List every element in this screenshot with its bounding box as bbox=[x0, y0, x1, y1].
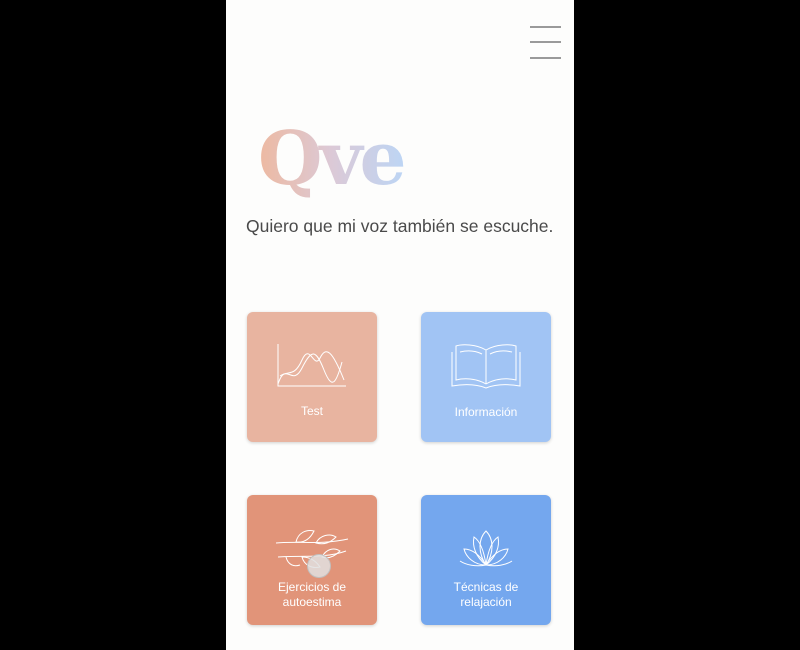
lotus-icon bbox=[459, 530, 513, 567]
logo-text: Qve bbox=[258, 116, 404, 200]
menu-bar-top bbox=[530, 26, 561, 28]
hamburger-menu-button[interactable] bbox=[530, 26, 561, 60]
menu-bar-bottom bbox=[530, 57, 561, 59]
self-esteem-exercises-card[interactable]: Ejercicios de autoestima bbox=[247, 495, 377, 625]
tagline: Quiero que mi voz también se escuche. bbox=[246, 216, 554, 236]
touch-indicator bbox=[307, 554, 331, 578]
test-card[interactable]: Test bbox=[247, 312, 377, 442]
relaxation-techniques-label: Técnicas de relajación bbox=[453, 580, 519, 609]
menu-bar-middle bbox=[530, 41, 561, 43]
test-label: Test bbox=[300, 404, 323, 418]
information-label: Información bbox=[454, 405, 518, 419]
app-screen: Qve Quiero que mi voz también se escuche… bbox=[226, 0, 574, 650]
chart-icon bbox=[277, 344, 346, 387]
open-book-icon bbox=[451, 344, 521, 389]
self-esteem-exercises-label: Ejercicios de autoestima bbox=[277, 580, 347, 609]
app-logo: Qve bbox=[258, 116, 407, 200]
information-card[interactable]: Información bbox=[421, 312, 551, 442]
relaxation-techniques-card[interactable]: Técnicas de relajación bbox=[421, 495, 551, 625]
